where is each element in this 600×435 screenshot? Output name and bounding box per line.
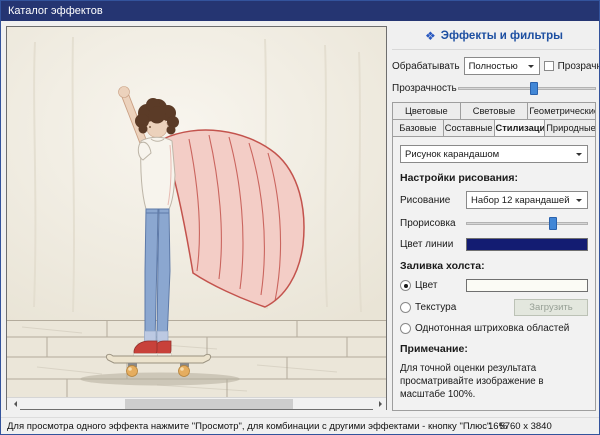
scroll-right-arrow[interactable] <box>373 398 386 410</box>
detail-row: Прорисовка <box>400 216 588 231</box>
transparency-slider-handle[interactable] <box>530 82 538 95</box>
fill-hatch-row: Однотонная штриховка областей <box>400 323 588 334</box>
slider-track <box>458 87 596 90</box>
fill-texture-radio-label[interactable]: Текстура <box>415 302 456 313</box>
tab-color[interactable]: Цветовые <box>392 102 461 119</box>
tab-content: Рисунок карандашом Настройки рисования: … <box>392 136 596 411</box>
effects-catalog-window: Каталог эффектов <box>0 0 600 435</box>
slider-track <box>466 222 588 225</box>
tab-natural[interactable]: Природные <box>545 119 596 136</box>
process-combobox[interactable]: Полностью <box>464 57 540 75</box>
drawing-combobox[interactable]: Набор 12 карандашей <box>466 191 588 209</box>
statusbar: Для просмотра одного эффекта нажмите "Пр… <box>1 417 599 434</box>
detail-slider-handle[interactable] <box>549 217 557 230</box>
fill-color-row: Цвет <box>400 279 588 292</box>
fill-color-radio[interactable] <box>400 280 411 291</box>
note-title: Примечание: <box>400 343 588 355</box>
drawing-settings-title: Настройки рисования: <box>400 172 588 184</box>
process-combobox-value: Полностью <box>469 61 518 72</box>
fill-title: Заливка холста: <box>400 260 588 272</box>
tab-composite[interactable]: Составные <box>444 119 495 136</box>
window-title: Каталог эффектов <box>8 5 103 17</box>
fill-hatch-radio[interactable] <box>400 323 411 334</box>
panel-header-label: Эффекты и фильтры <box>441 30 563 42</box>
note-text: Для точной оценки результата просматрива… <box>400 362 588 401</box>
tab-light[interactable]: Световые <box>461 102 529 119</box>
transparency-slider[interactable] <box>458 81 596 96</box>
line-color-row: Цвет линии <box>400 238 588 251</box>
tab-stylization[interactable]: Стилизация <box>495 119 546 136</box>
scroll-thumb[interactable] <box>125 399 293 409</box>
drawing-row: Рисование Набор 12 карандашей <box>400 191 588 209</box>
process-row: Обрабатывать Полностью Прозрачность <box>392 57 596 75</box>
drawing-combobox-value: Набор 12 карандашей <box>471 195 570 206</box>
horizontal-scrollbar[interactable] <box>7 397 386 409</box>
effect-combobox[interactable]: Рисунок карандашом <box>400 145 588 163</box>
fill-hatch-radio-label[interactable]: Однотонная штриховка областей <box>415 323 569 334</box>
sneakers <box>134 341 172 356</box>
scroll-left-arrow[interactable] <box>7 398 20 410</box>
fill-color-radio-label[interactable]: Цвет <box>415 280 462 291</box>
tabs-row-2: Базовые Составные Стилизация Природные <box>392 119 596 136</box>
titlebar[interactable]: Каталог эффектов <box>1 1 599 21</box>
transparency-row: Прозрачность <box>392 81 596 96</box>
line-color-label: Цвет линии <box>400 239 462 250</box>
detail-slider[interactable] <box>466 216 588 231</box>
fill-texture-row: Текстура Загрузить <box>400 299 588 316</box>
drawing-label: Рисование <box>400 195 462 206</box>
process-label: Обрабатывать <box>392 61 460 72</box>
panel-header: ❖ Эффекты и фильтры <box>392 26 596 50</box>
status-image-size: 5760 x 3840 <box>499 421 551 432</box>
effects-filters-icon: ❖ <box>425 29 436 43</box>
status-zoom: 16% <box>488 421 507 432</box>
line-color-swatch[interactable] <box>466 238 588 251</box>
tab-geometric[interactable]: Геометрические <box>528 102 596 119</box>
tabs-row-1: Цветовые Световые Геометрические <box>392 102 596 119</box>
status-hint: Для просмотра одного эффекта нажмите "Пр… <box>7 421 490 432</box>
transparency-checkbox-label[interactable]: Прозрачность <box>558 61 600 72</box>
detail-label: Прорисовка <box>400 218 462 229</box>
load-texture-button[interactable]: Загрузить <box>514 299 588 316</box>
fill-texture-radio[interactable] <box>400 302 411 313</box>
effects-panel: ❖ Эффекты и фильтры Обрабатывать Полност… <box>392 26 596 435</box>
fill-color-swatch[interactable] <box>466 279 588 292</box>
transparency-checkbox[interactable] <box>544 61 554 71</box>
ground-shadow <box>80 373 240 386</box>
image-preview[interactable] <box>6 26 387 410</box>
preview-image <box>7 27 386 397</box>
tab-basic[interactable]: Базовые <box>392 119 444 136</box>
effect-combobox-value: Рисунок карандашом <box>405 149 499 160</box>
transparency-label: Прозрачность <box>392 83 454 94</box>
